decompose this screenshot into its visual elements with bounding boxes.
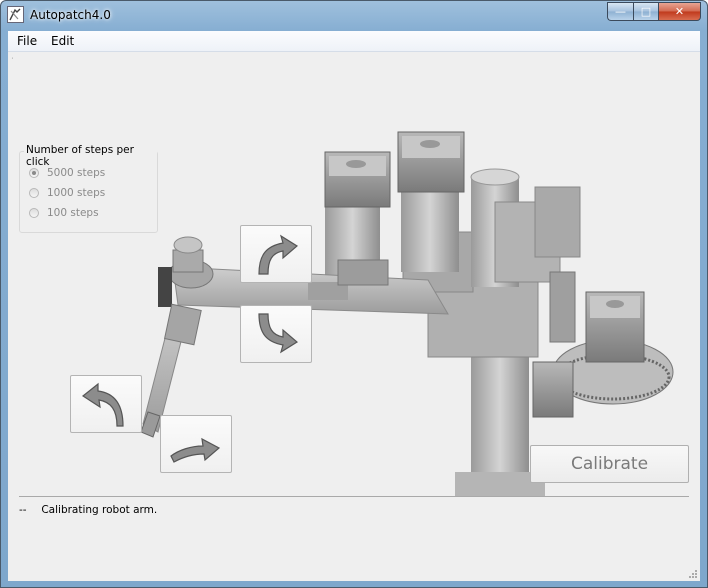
- lower-arm-ccw-button[interactable]: [70, 375, 142, 433]
- resize-grip-icon[interactable]: [688, 569, 698, 579]
- radio-button[interactable]: [29, 208, 39, 218]
- rotate-cw-arrow-icon: [170, 437, 221, 463]
- maximize-button[interactable]: □: [633, 2, 658, 21]
- menu-file[interactable]: File: [17, 34, 37, 48]
- maximize-icon: □: [640, 5, 652, 18]
- status-text: Calibrating robot arm.: [41, 504, 158, 516]
- main-panel: ⋅ Number of steps per click 5000 steps 1…: [8, 52, 700, 581]
- radio-100-steps[interactable]: 100 steps: [29, 207, 99, 219]
- radio-label: 100 steps: [47, 207, 99, 219]
- steps-group-title: Number of steps per click: [24, 144, 157, 168]
- calibrate-button[interactable]: Calibrate: [530, 445, 689, 483]
- upper-arm-ccw-button[interactable]: [240, 225, 312, 283]
- close-icon: ✕: [674, 5, 685, 18]
- menu-bar: File Edit: [8, 31, 700, 52]
- close-button[interactable]: ✕: [658, 2, 701, 21]
- window-title: Autopatch4.0: [30, 8, 111, 22]
- radio-button[interactable]: [29, 188, 39, 198]
- window-controls: — □ ✕: [607, 2, 701, 21]
- radio-label: 1000 steps: [47, 187, 106, 199]
- app-window: Autopatch4.0 — □ ✕ File Edit ⋅ Number of…: [0, 0, 708, 588]
- rotate-ccw-arrow-icon: [81, 382, 124, 427]
- minimize-icon: —: [615, 5, 626, 18]
- radio-5000-steps[interactable]: 5000 steps: [29, 167, 105, 179]
- status-prefix: --: [19, 504, 27, 516]
- status-message: -- Calibrating robot arm.: [19, 504, 157, 516]
- menu-edit[interactable]: Edit: [51, 34, 74, 48]
- minimize-button[interactable]: —: [607, 2, 633, 21]
- rotate-cw-arrow-icon: [258, 313, 299, 354]
- status-separator: [19, 496, 689, 497]
- radio-1000-steps[interactable]: 1000 steps: [29, 187, 105, 199]
- title-bar[interactable]: Autopatch4.0 — □ ✕: [1, 1, 707, 31]
- app-icon[interactable]: [7, 6, 24, 23]
- lower-arm-cw-button[interactable]: [160, 415, 232, 473]
- radio-button-checked[interactable]: [29, 168, 39, 178]
- radio-label: 5000 steps: [47, 167, 106, 179]
- rotate-ccw-arrow-icon: [258, 234, 299, 275]
- steps-per-click-group: Number of steps per click 5000 steps 100…: [19, 144, 158, 233]
- upper-arm-cw-button[interactable]: [240, 305, 312, 363]
